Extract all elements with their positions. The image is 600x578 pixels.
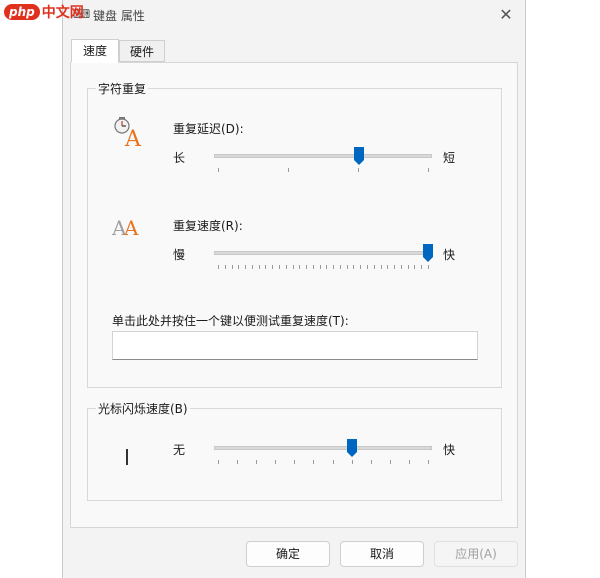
slider-tick	[407, 265, 409, 269]
slider-tick	[346, 265, 348, 269]
cursor-blink-group: 光标闪烁速度(B) 无 快	[87, 400, 502, 501]
cursor-blink-max-label: 快	[443, 443, 456, 457]
slider-tick	[367, 265, 369, 269]
slider-tick	[389, 460, 391, 464]
window-title: 键盘 属性	[93, 9, 145, 23]
slider-tick	[326, 265, 328, 269]
slider-tick	[428, 460, 429, 464]
repeat-rate-max-label: 快	[443, 248, 456, 262]
title-bar[interactable]: ⌨ 键盘 属性 ✕	[63, 0, 525, 30]
svg-text:A: A	[123, 216, 139, 239]
slider-tick	[218, 168, 219, 172]
slider-tick	[285, 265, 287, 269]
slider-tick	[231, 265, 233, 269]
background-left	[0, 0, 62, 578]
slider-tick	[313, 460, 315, 464]
slider-tick	[428, 265, 429, 269]
slider-tick	[370, 460, 372, 464]
cursor-blink-slider-track[interactable]	[214, 446, 432, 450]
repeat-rate-min-label: 慢	[173, 248, 186, 262]
apply-button[interactable]: 应用(A)	[434, 541, 518, 567]
repeat-delay-slider-thumb[interactable]	[353, 147, 364, 165]
slider-tick	[292, 265, 294, 269]
repeat-test-label: 单击此处并按住一个键以便测试重复速度(T):	[112, 314, 349, 328]
keyboard-properties-dialog: ⌨ 键盘 属性 ✕ 速度 硬件 字符重复 A 重复延迟(D): 长 短 A A …	[62, 0, 526, 578]
repeat-test-input[interactable]	[112, 331, 478, 360]
slider-tick	[353, 265, 355, 269]
repeat-rate-label: 重复速度(R):	[173, 219, 243, 233]
repeat-rate-slider-thumb[interactable]	[423, 244, 433, 262]
slider-tick	[319, 265, 321, 269]
slider-tick	[258, 265, 260, 269]
slider-tick	[312, 265, 314, 269]
slider-tick	[351, 460, 353, 464]
slider-tick	[238, 265, 240, 269]
cursor-blink-slider-thumb[interactable]	[347, 439, 358, 457]
cursor-preview	[126, 449, 128, 465]
slider-tick	[373, 265, 375, 269]
slider-tick	[380, 265, 382, 269]
slider-tick	[332, 460, 334, 464]
slider-tick	[251, 265, 253, 269]
slider-tick	[294, 460, 296, 464]
slider-tick	[414, 265, 416, 269]
tab-speed[interactable]: 速度	[71, 39, 119, 63]
repeat-delay-max-label: 短	[443, 151, 456, 165]
slider-tick	[333, 265, 335, 269]
repeat-rate-ticks	[218, 265, 429, 271]
slider-tick	[218, 460, 219, 464]
slider-tick	[387, 265, 389, 269]
slider-tick	[265, 265, 267, 269]
watermark-badge: php	[4, 4, 40, 20]
cursor-blink-title: 光标闪烁速度(B)	[96, 400, 190, 417]
slider-tick	[428, 168, 429, 172]
slider-tick	[421, 265, 423, 269]
repeat-delay-icon: A	[112, 116, 146, 152]
slider-tick	[299, 265, 301, 269]
repeat-rate-slider-track[interactable]	[214, 251, 432, 255]
repeat-delay-label: 重复延迟(D):	[173, 122, 244, 136]
slider-tick	[218, 265, 219, 269]
slider-tick	[339, 265, 341, 269]
tab-hardware[interactable]: 硬件	[119, 40, 165, 62]
slider-tick	[358, 168, 359, 172]
cursor-blink-min-label: 无	[173, 443, 186, 457]
slider-tick	[400, 265, 402, 269]
slider-tick	[237, 460, 239, 464]
site-watermark: php 中文网	[4, 2, 84, 22]
cursor-blink-ticks	[218, 460, 429, 466]
slider-tick	[394, 265, 396, 269]
slider-tick	[360, 265, 362, 269]
slider-tick	[275, 460, 277, 464]
repeat-delay-slider-track[interactable]	[214, 154, 432, 158]
character-repeat-group: 字符重复 A 重复延迟(D): 长 短 A A 重复速度(R): 慢 快 单击此…	[87, 80, 502, 388]
close-button[interactable]: ✕	[495, 4, 517, 26]
watermark-text: 中文网	[41, 5, 84, 21]
repeat-rate-icon: A A	[111, 215, 146, 240]
slider-tick	[245, 265, 247, 269]
speed-tab-panel: 字符重复 A 重复延迟(D): 长 短 A A 重复速度(R): 慢 快 单击此…	[70, 62, 518, 528]
slider-tick	[288, 168, 289, 172]
slider-tick	[306, 265, 308, 269]
slider-tick	[272, 265, 274, 269]
repeat-delay-ticks	[218, 168, 429, 174]
slider-tick	[256, 460, 258, 464]
slider-tick	[408, 460, 410, 464]
background-right	[526, 0, 600, 578]
ok-button[interactable]: 确定	[246, 541, 330, 567]
character-repeat-title: 字符重复	[96, 80, 149, 97]
slider-tick	[224, 265, 226, 269]
svg-text:A: A	[124, 127, 142, 148]
cancel-button[interactable]: 取消	[340, 541, 424, 567]
slider-tick	[278, 265, 280, 269]
repeat-delay-min-label: 长	[173, 151, 186, 165]
